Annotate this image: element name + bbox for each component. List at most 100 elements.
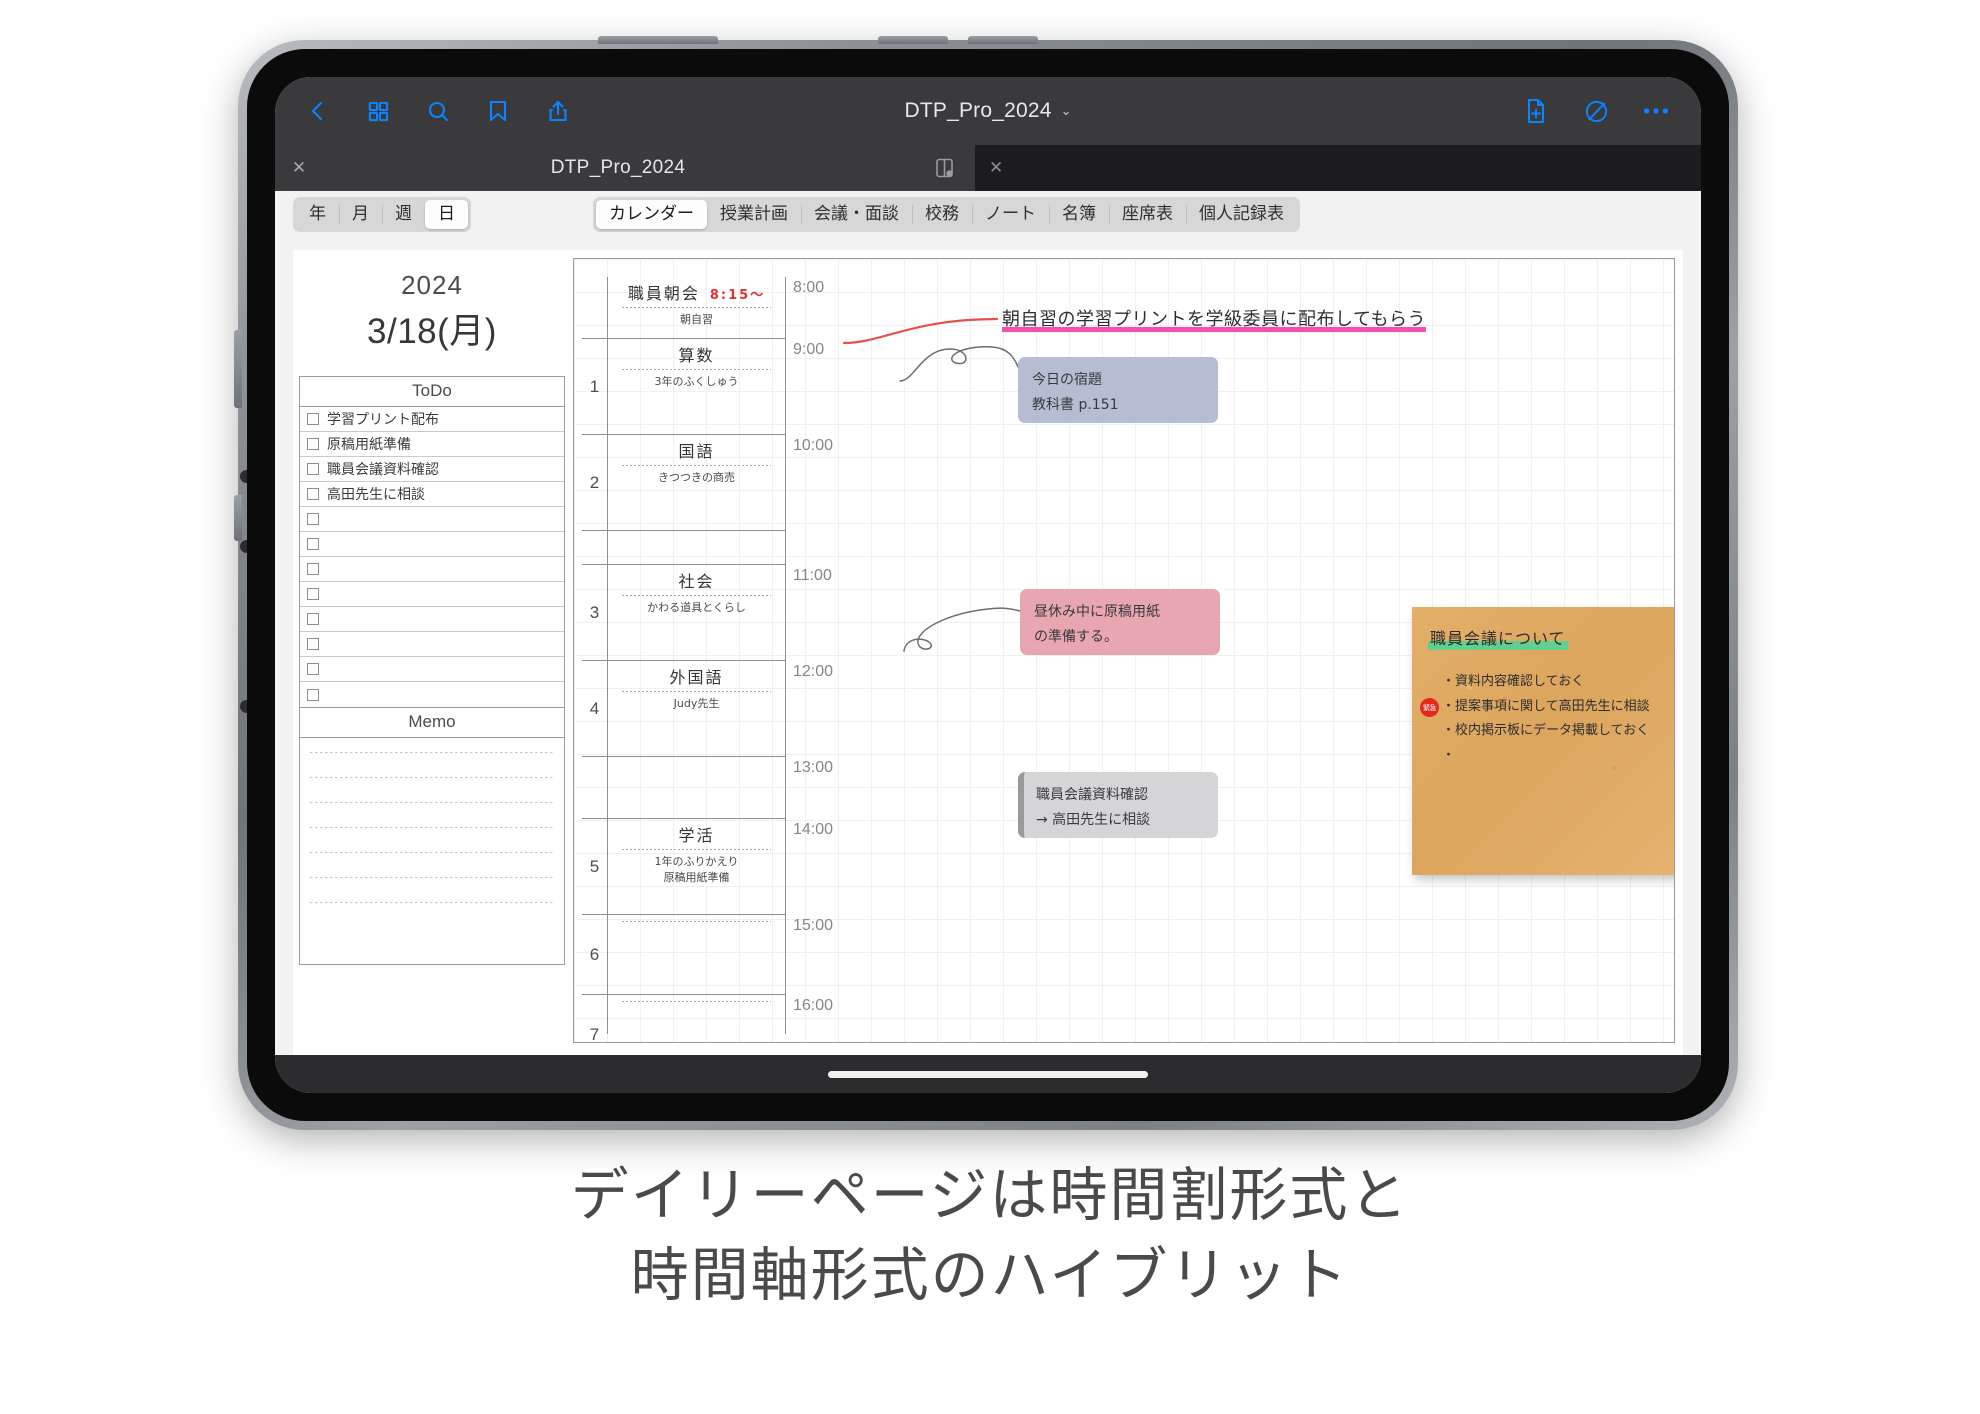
checkbox-icon[interactable] (307, 563, 319, 575)
checkbox-icon[interactable] (307, 538, 319, 550)
subject-cell[interactable]: 外国語 Judy先生 (608, 661, 785, 757)
left-side-button[interactable] (234, 330, 242, 408)
subject-cell[interactable]: 国語 きつつきの商売 (608, 435, 785, 531)
subject-cell[interactable] (608, 757, 785, 819)
tab-close-icon[interactable]: ✕ (289, 158, 309, 178)
subject-detail: 3年のふくしゅう (608, 374, 785, 390)
subject-divider (622, 849, 771, 850)
checkbox-icon[interactable] (307, 413, 319, 425)
kraft-bullet: ・ (1442, 748, 1456, 764)
subject-detail-line: 1年のふりかえり (654, 855, 739, 868)
checkbox-icon[interactable] (307, 463, 319, 475)
period-segment-2[interactable]: 週 (382, 200, 425, 229)
subject-name: 外国語 (669, 668, 724, 687)
todo-list: 学習プリント配布 原稿用紙準備職員会議資料確認高田先生に相談 (300, 407, 564, 707)
todo-row[interactable] (300, 532, 564, 557)
subject-name: 算数 (678, 346, 715, 365)
checkbox-icon[interactable] (307, 588, 319, 600)
section-tab-3[interactable]: 校務 (912, 200, 972, 229)
left-side-button-2[interactable] (234, 495, 242, 541)
chevron-left-icon[interactable] (303, 96, 333, 126)
tab-empty-close-icon[interactable]: ✕ (989, 158, 1003, 178)
tab-empty-slot[interactable]: ✕ (975, 145, 1701, 191)
grid-icon[interactable] (363, 96, 393, 126)
checkbox-icon[interactable] (307, 613, 319, 625)
view-controls-bar: 年月週日 カレンダー 授業計画 会議・面談 校務 ノート 名簿 座席表 個人記録表 (275, 191, 1701, 238)
period-segment-0[interactable]: 年 (296, 200, 339, 229)
volume-down-button[interactable] (968, 36, 1038, 44)
subject-cell[interactable] (608, 531, 785, 565)
bookmark-icon[interactable] (483, 96, 513, 126)
subject-cell[interactable]: 職員朝会 8:15〜 朝自習 (608, 277, 785, 339)
checkbox-icon[interactable] (307, 488, 319, 500)
section-tab-0[interactable]: カレンダー (596, 200, 707, 229)
todo-row[interactable] (300, 582, 564, 607)
section-tab-1[interactable]: 授業計画 (707, 200, 801, 229)
time-label-cell: 10:00 (793, 437, 834, 454)
memo-line (310, 877, 554, 878)
todo-row[interactable] (300, 632, 564, 657)
search-icon[interactable] (423, 96, 453, 126)
kraft-bullet: ・校内掲示板にデータ掲載しておく (1442, 723, 1650, 739)
todo-row[interactable]: 高田先生に相談 (300, 482, 564, 507)
split-view-icon[interactable] (927, 158, 961, 178)
home-indicator[interactable] (828, 1070, 1148, 1078)
checkbox-icon[interactable] (307, 438, 319, 450)
memo-line (310, 802, 554, 803)
section-tab-4[interactable]: ノート (972, 200, 1049, 229)
subject-detail: Judy先生 (608, 696, 785, 712)
todo-row[interactable]: 職員会議資料確認 (300, 457, 564, 482)
page-year: 2024 (401, 270, 463, 300)
section-segmented-control[interactable]: カレンダー 授業計画 会議・面談 校務 ノート 名簿 座席表 個人記録表 (593, 197, 1300, 232)
volume-up-button[interactable] (878, 36, 948, 44)
add-page-icon[interactable] (1521, 96, 1551, 126)
loop-connector-blue (899, 346, 1019, 382)
tab-label: DTP_Pro_2024 (550, 157, 686, 178)
subject-name: 社会 (678, 572, 715, 591)
section-tab-7[interactable]: 個人記録表 (1186, 200, 1297, 229)
todo-row[interactable]: 原稿用紙準備 (300, 432, 564, 457)
todo-row[interactable] (300, 657, 564, 682)
subject-cell[interactable]: 学活 1年のふりかえり 原稿用紙準備 (608, 819, 785, 915)
memo-body[interactable] (300, 738, 564, 964)
subject-cell[interactable]: 社会 かわる道具とくらし (608, 565, 785, 661)
time-label-cell: 16:00 (793, 997, 834, 1014)
checkbox-icon[interactable] (307, 688, 319, 701)
section-tab-5[interactable]: 名簿 (1049, 200, 1109, 229)
tab-dtp-pro-2024[interactable]: ✕ DTP_Pro_2024 (275, 145, 975, 191)
todo-row[interactable] (300, 682, 564, 707)
section-tab-2[interactable]: 会議・面談 (801, 200, 912, 229)
share-icon[interactable] (543, 96, 573, 126)
todo-row[interactable] (300, 507, 564, 532)
more-icon[interactable] (1641, 96, 1671, 126)
chevron-down-icon[interactable]: ⌄ (1061, 103, 1072, 119)
subject-cell[interactable]: 算数 3年のふくしゅう (608, 339, 785, 435)
kraft-bullet: ・提案事項に関して高田先生に相談 (1442, 698, 1650, 714)
todo-text: 職員会議資料確認 (327, 462, 439, 478)
subject-cell[interactable] (608, 995, 785, 1042)
subject-divider (622, 921, 771, 922)
todo-row[interactable] (300, 607, 564, 632)
note-pink[interactable]: 昼休み中に原稿用紙 の準備する。 (1020, 589, 1220, 655)
kraft-sticky-note[interactable]: 職員会議について 緊急 ・資料内容確認しておく ・提案事項に関して高田先生に相談・… (1412, 607, 1674, 875)
page-area: 2024 3/18(月) ToDo 学習プリント配布 原稿用紙準備 職員会議資料確認… (275, 238, 1701, 1055)
note-gray[interactable]: 職員会議資料確認 → 高田先生に相談 (1018, 772, 1218, 838)
note-pink-line1: 昼休み中に原稿用紙 (1034, 604, 1160, 620)
document-title[interactable]: DTP_Pro_2024 (904, 99, 1051, 123)
period-number-column: 12 34 567 (582, 277, 608, 1042)
section-tab-6[interactable]: 座席表 (1109, 200, 1186, 229)
time-label-cell (786, 531, 852, 565)
checkbox-icon[interactable] (307, 638, 319, 650)
pen-circle-icon[interactable] (1581, 96, 1611, 126)
note-gray-line2: → 高田先生に相談 (1036, 811, 1151, 828)
subject-cell[interactable] (608, 915, 785, 995)
period-segmented-control[interactable]: 年月週日 (293, 197, 471, 232)
period-segment-3[interactable]: 日 (425, 200, 468, 229)
checkbox-icon[interactable] (307, 513, 319, 525)
period-segment-1[interactable]: 月 (339, 200, 382, 229)
todo-row[interactable]: 学習プリント配布 (300, 407, 564, 432)
power-button[interactable] (598, 36, 718, 44)
note-blue[interactable]: 今日の宿題 教科書 p.151 (1018, 357, 1218, 423)
todo-row[interactable] (300, 557, 564, 582)
checkbox-icon[interactable] (307, 663, 319, 675)
